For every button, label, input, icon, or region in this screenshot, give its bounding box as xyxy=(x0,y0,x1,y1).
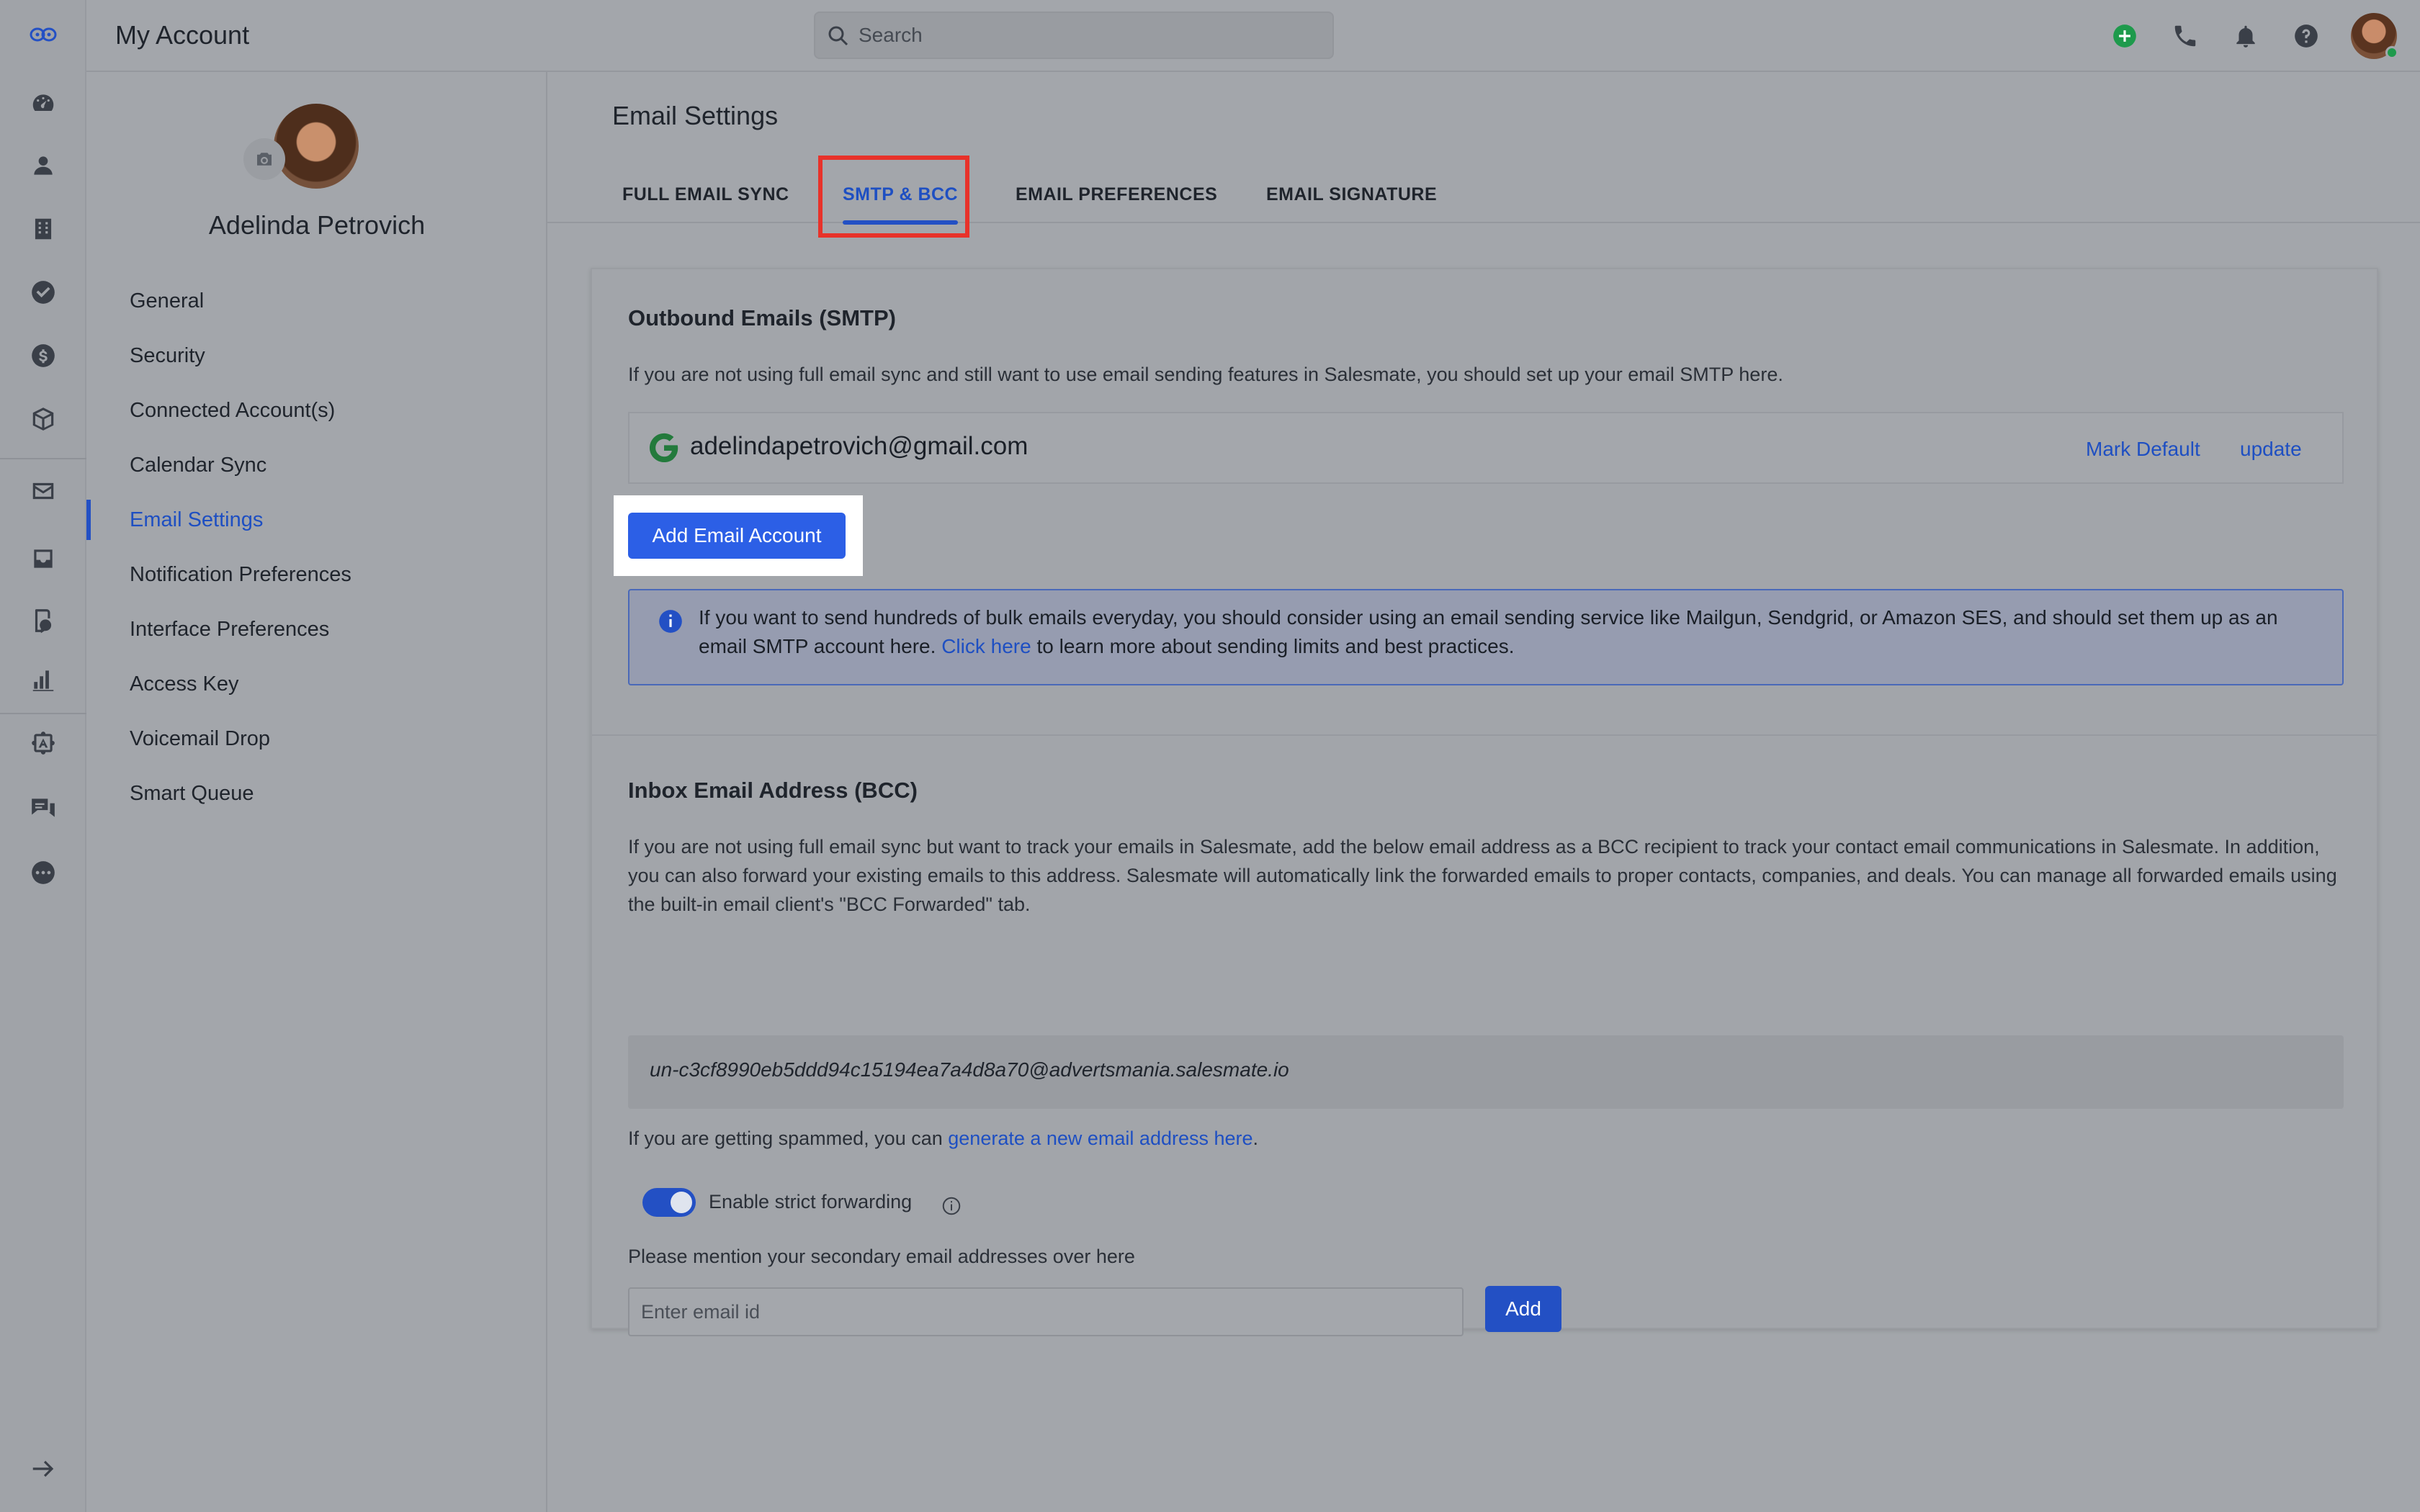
bulk-email-info-banner: If you want to send hundreds of bulk ema… xyxy=(628,589,2344,685)
account-menu: General Security Connected Account(s) Ca… xyxy=(86,274,547,821)
add-email-account-button[interactable]: Add Email Account xyxy=(628,513,846,559)
generate-new-address-link[interactable]: generate a new email address here xyxy=(948,1128,1252,1149)
strict-forwarding-label: Enable strict forwarding xyxy=(709,1191,913,1212)
more-dots-icon[interactable] xyxy=(26,855,60,890)
deals-dollar-icon[interactable] xyxy=(26,338,60,373)
search-icon xyxy=(828,26,848,46)
tab-email-preferences[interactable]: EMAIL PREFERENCES xyxy=(1016,166,1217,223)
bcc-description: If you are not using full email sync but… xyxy=(628,836,2337,915)
companies-icon[interactable] xyxy=(26,212,60,246)
smtp-account-row: adelindapetrovich@gmail.com Mark Default… xyxy=(628,412,2344,484)
menu-item-notification-preferences[interactable]: Notification Preferences xyxy=(86,547,547,602)
menu-item-smart-queue[interactable]: Smart Queue xyxy=(86,766,547,821)
app-nav-rail xyxy=(0,0,86,1512)
strict-forwarding-info-icon[interactable] xyxy=(941,1195,962,1217)
profile-name: Adelinda Petrovich xyxy=(208,210,426,240)
global-search[interactable] xyxy=(814,12,1334,59)
tab-full-email-sync[interactable]: FULL EMAIL SYNC xyxy=(622,166,789,223)
click-here-link[interactable]: Click here xyxy=(941,635,1031,657)
strict-forwarding-toggle[interactable] xyxy=(642,1188,696,1217)
expand-arrow-icon[interactable] xyxy=(26,1452,60,1486)
menu-item-voicemail-drop[interactable]: Voicemail Drop xyxy=(86,711,547,766)
info-text: If you want to send hundreds of bulk ema… xyxy=(699,606,2278,657)
info-icon xyxy=(659,610,682,633)
tab-email-signature[interactable]: EMAIL SIGNATURE xyxy=(1266,166,1437,223)
messaging-icon[interactable] xyxy=(26,603,60,638)
menu-item-access-key[interactable]: Access Key xyxy=(86,657,547,711)
smtp-description: If you are not using full email sync and… xyxy=(628,364,1783,385)
online-status-dot xyxy=(2385,46,2398,59)
main-content: Email Settings FULL EMAIL SYNC SMTP & BC… xyxy=(547,72,2420,1512)
chat-icon[interactable] xyxy=(26,791,60,825)
smtp-bcc-card: Outbound Emails (SMTP) If you are not us… xyxy=(591,268,2378,1336)
products-box-icon[interactable] xyxy=(26,402,60,436)
update-link[interactable]: update xyxy=(2240,438,2302,461)
smtp-account-email: adelindapetrovich@gmail.com xyxy=(690,432,1028,460)
menu-item-general[interactable]: General xyxy=(86,274,547,328)
app-logo-icon[interactable] xyxy=(26,17,60,52)
google-g-icon xyxy=(649,433,678,463)
page-title: My Account xyxy=(115,20,250,50)
section-divider xyxy=(592,734,2377,736)
reports-chart-icon[interactable] xyxy=(26,662,60,697)
menu-item-email-settings[interactable]: Email Settings xyxy=(86,492,547,547)
quick-add-icon[interactable] xyxy=(2110,22,2139,50)
menu-item-calendar-sync[interactable]: Calendar Sync xyxy=(86,438,547,492)
contacts-icon[interactable] xyxy=(26,148,60,183)
add-secondary-email-button[interactable]: Add xyxy=(1485,1286,1561,1332)
top-bar: My Account xyxy=(86,0,2420,72)
menu-item-connected-accounts[interactable]: Connected Account(s) xyxy=(86,383,547,438)
phone-icon[interactable] xyxy=(2171,22,2200,50)
automation-icon[interactable] xyxy=(26,726,60,760)
section-title: Email Settings xyxy=(612,101,779,130)
add-email-account-highlight: Add Email Account xyxy=(614,495,863,576)
mark-default-link[interactable]: Mark Default xyxy=(2086,438,2200,461)
secondary-email-label: Please mention your secondary email addr… xyxy=(628,1246,1135,1267)
account-sidebar: Adelinda Petrovich General Security Conn… xyxy=(86,72,547,1512)
bcc-address: un-c3cf8990eb5ddd94c15194ea7a4d8a70@adve… xyxy=(650,1058,1289,1081)
menu-item-interface-preferences[interactable]: Interface Preferences xyxy=(86,602,547,657)
secondary-email-input[interactable] xyxy=(628,1287,1464,1336)
help-icon[interactable] xyxy=(2292,22,2321,50)
menu-item-security[interactable]: Security xyxy=(86,328,547,383)
bcc-address-box: un-c3cf8990eb5ddd94c15194ea7a4d8a70@adve… xyxy=(628,1035,2344,1109)
tab-highlight-box xyxy=(818,156,969,238)
tasks-check-icon[interactable] xyxy=(26,275,60,310)
bcc-title: Inbox Email Address (BCC) xyxy=(628,778,918,803)
notifications-bell-icon[interactable] xyxy=(2231,22,2260,50)
email-icon[interactable] xyxy=(26,474,60,508)
inbox-icon[interactable] xyxy=(26,541,60,576)
camera-icon[interactable] xyxy=(243,138,285,180)
smtp-title: Outbound Emails (SMTP) xyxy=(628,305,896,330)
profile-avatar xyxy=(274,104,359,189)
spam-text: If you are getting spammed, you can gene… xyxy=(628,1128,1259,1149)
search-input[interactable] xyxy=(859,13,1319,58)
user-avatar[interactable] xyxy=(2351,13,2398,59)
dashboard-icon[interactable] xyxy=(26,86,60,121)
